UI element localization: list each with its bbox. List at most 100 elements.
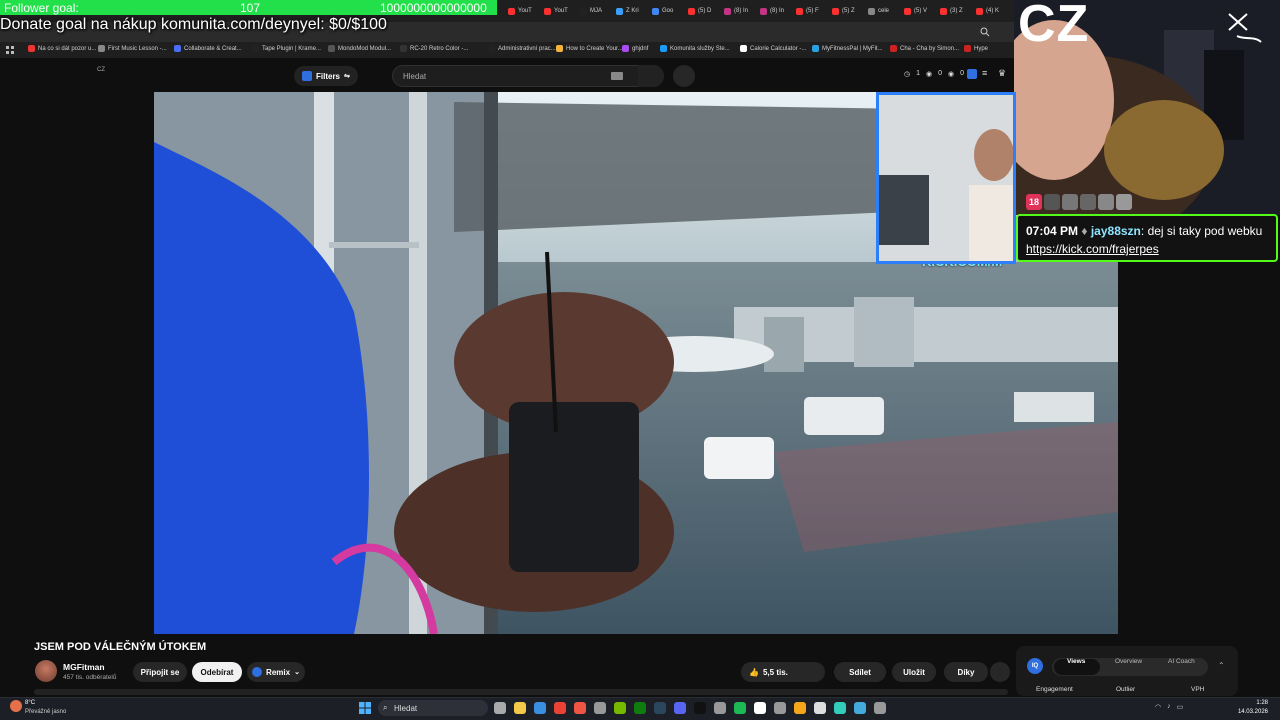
inset-webcam: [876, 92, 1016, 264]
browser-tab[interactable]: (8) In: [760, 3, 794, 19]
chrome-icon[interactable]: [554, 702, 566, 714]
app-icon[interactable]: [874, 702, 886, 714]
steam-icon[interactable]: [654, 702, 666, 714]
chat-time: 07:04 PM: [1026, 224, 1079, 238]
bookmark-favicon-icon: [890, 45, 897, 52]
browser-tab[interactable]: Goo: [652, 3, 686, 19]
avatar[interactable]: [35, 660, 57, 682]
tab-favicon-icon: [868, 7, 875, 15]
col-outlier: Outlier: [1116, 686, 1136, 693]
browser-tab[interactable]: (8) In: [724, 3, 758, 19]
browser-tab[interactable]: (5) V: [904, 3, 938, 19]
app-icon[interactable]: [774, 702, 786, 714]
badge-icon: [1080, 194, 1096, 210]
thumbs-up-icon: 👍: [749, 667, 759, 677]
bookmark-item[interactable]: Collaborate & Creat...: [174, 45, 242, 52]
keyboard-icon[interactable]: [611, 72, 623, 80]
browser-tab[interactable]: (3) Z: [940, 3, 974, 19]
browser-tab[interactable]: MJA: [580, 3, 614, 19]
app-icon[interactable]: [854, 702, 866, 714]
bookmark-item[interactable]: Cha - Cha by Simon...: [890, 45, 959, 52]
thanks-button[interactable]: Díky: [944, 662, 988, 682]
bookmark-item[interactable]: MyFitnessPal | MyFit...: [812, 45, 883, 52]
apps-grid-icon[interactable]: [6, 46, 14, 54]
follower-goal-bar: Follower goal: 107 1000000000000000: [0, 0, 497, 15]
tab-ai-coach[interactable]: AI Coach: [1168, 658, 1195, 665]
badge-icon: [1098, 194, 1114, 210]
menu-icon[interactable]: ≡: [982, 68, 987, 78]
chat-message: 07:04 PM ♦ jay88szn: dej si taky pod web…: [1016, 214, 1278, 262]
tab-label: (5) V: [914, 8, 928, 14]
collapse-icon[interactable]: ⌃: [1218, 661, 1225, 670]
battery-icon: ▭: [1176, 704, 1184, 711]
filters-button[interactable]: Filters ⇋: [294, 66, 358, 86]
bookmark-item[interactable]: Komunita služby Ste...: [660, 45, 730, 52]
browser-tab[interactable]: (5) F: [796, 3, 830, 19]
app-icon[interactable]: [794, 702, 806, 714]
bookmark-item[interactable]: Hype: [964, 45, 988, 52]
task-view-icon[interactable]: [494, 702, 506, 714]
browser-tab[interactable]: YouT: [508, 3, 542, 19]
browser-tab[interactable]: Z Kri: [616, 3, 650, 19]
spotify-icon[interactable]: [734, 702, 746, 714]
join-button[interactable]: Připojit se: [133, 662, 187, 682]
chat-link[interactable]: https://kick.com/frajerpes: [1026, 242, 1159, 256]
tab-label: (5) F: [806, 8, 819, 14]
channel-name[interactable]: MGFitman: [63, 662, 105, 672]
mail-icon[interactable]: [534, 702, 546, 714]
browser-tab[interactable]: cele: [868, 3, 902, 19]
file-explorer-icon[interactable]: [514, 702, 526, 714]
remix-icon: [252, 667, 263, 677]
subscribe-button[interactable]: Odebírat: [192, 662, 242, 682]
nvidia-icon[interactable]: [614, 702, 626, 714]
country-code: CZ: [97, 67, 105, 73]
remix-button[interactable]: Remix ⌄: [247, 662, 305, 682]
taskbar-search[interactable]: ⌕ Hledat: [378, 700, 488, 716]
chat-username[interactable]: jay88szn: [1091, 224, 1141, 238]
bookmark-item[interactable]: ghjdnf: [622, 45, 648, 52]
browser-tab[interactable]: (5) Z: [832, 3, 866, 19]
bookmark-item[interactable]: First Music Lesson -...: [98, 45, 167, 52]
system-tray[interactable]: ◠ ♪ ▭: [1155, 703, 1183, 711]
like-button[interactable]: 👍 5,5 tis.: [741, 662, 825, 682]
discord-icon[interactable]: [674, 702, 686, 714]
voice-search-button[interactable]: [673, 65, 695, 87]
windows-start-icon[interactable]: [359, 702, 371, 714]
description-box[interactable]: [34, 689, 1008, 695]
trophy-icon[interactable]: ♛: [998, 68, 1006, 79]
more-button[interactable]: [990, 662, 1010, 682]
browser-tab[interactable]: (5) D: [688, 3, 722, 19]
bookmark-item[interactable]: RC-20 Retro Color -...: [400, 45, 468, 52]
col-engagement: Engagement: [1036, 686, 1073, 693]
search-icon[interactable]: [980, 27, 990, 37]
browser-tab[interactable]: YouT: [544, 3, 578, 19]
age-badge: 18: [1026, 194, 1042, 210]
weather-desc: Převážně jasno: [25, 709, 67, 715]
bookmark-item[interactable]: Calorie Calculator -...: [740, 45, 806, 52]
badge-icon: [1116, 194, 1132, 210]
bookmark-item[interactable]: MondoMod Modul...: [328, 45, 391, 52]
share-button[interactable]: Sdílet: [834, 662, 886, 682]
search-button[interactable]: [638, 65, 664, 87]
media-icon[interactable]: [714, 702, 726, 714]
xbox-icon[interactable]: [634, 702, 646, 714]
bookmark-item[interactable]: How to Create Your...: [556, 45, 623, 52]
bookmark-item[interactable]: Na co si dát pozor u...: [28, 45, 96, 52]
vidiq-extension-icon[interactable]: [967, 69, 977, 79]
tiktok-icon[interactable]: [694, 702, 706, 714]
weather-icon[interactable]: [10, 700, 22, 712]
tab-views[interactable]: Views: [1067, 658, 1085, 665]
media-player-icon[interactable]: [814, 702, 826, 714]
bookmark-item[interactable]: Administrativní prac...: [488, 45, 556, 52]
tab-label: (3) Z: [950, 8, 963, 14]
browser-tab[interactable]: (4) K: [976, 3, 1010, 19]
search-input[interactable]: Hledat: [392, 65, 664, 87]
app-icon[interactable]: [834, 702, 846, 714]
follower-goal-label: Follower goal:: [4, 0, 79, 15]
app-icon[interactable]: [574, 702, 586, 714]
app-icon[interactable]: [594, 702, 606, 714]
bookmark-item[interactable]: Tape Plugin | Krame...: [252, 45, 321, 52]
save-button[interactable]: Uložit: [892, 662, 936, 682]
app-icon[interactable]: [754, 702, 766, 714]
tab-overview[interactable]: Overview: [1115, 658, 1142, 665]
